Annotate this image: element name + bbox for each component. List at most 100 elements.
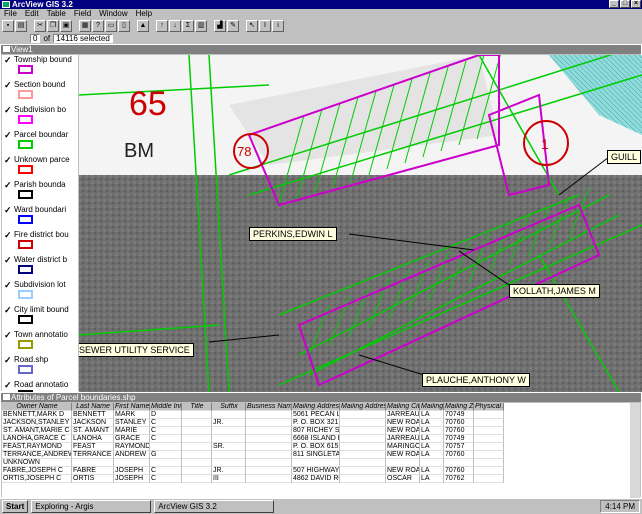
table-cell: MARK	[114, 411, 150, 419]
column-header[interactable]: Suffix	[212, 403, 246, 411]
column-header[interactable]: Mailing Zip Code	[444, 403, 474, 411]
toc-item[interactable]: ✓ Section bound	[2, 80, 78, 105]
checkbox-icon[interactable]: ✓	[4, 81, 12, 90]
info-icon[interactable]: i	[272, 20, 284, 32]
table-cell: STANLEY	[114, 419, 150, 427]
table-cell: NEW ROADS	[386, 419, 420, 427]
promote-icon[interactable]: ▲	[137, 20, 149, 32]
save-icon[interactable]: ▪	[2, 20, 14, 32]
column-header[interactable]: First Name	[114, 403, 150, 411]
menu-file[interactable]: File	[0, 9, 21, 19]
edit-icon[interactable]: ✎	[227, 20, 239, 32]
taskbar-item-exploring[interactable]: Exploring - Argis	[31, 500, 152, 513]
menu-help[interactable]: Help	[132, 9, 156, 19]
map-canvas[interactable]: 78 1 65 BM	[79, 55, 642, 392]
select-all-icon[interactable]: ▭	[105, 20, 117, 32]
checkbox-icon[interactable]: ✓	[4, 306, 12, 315]
toc-item[interactable]: ✓ Subdivision bo	[2, 105, 78, 130]
toc-item[interactable]: ✓ Unknown parce	[2, 155, 78, 180]
checkbox-icon[interactable]: ✓	[4, 181, 12, 190]
clear-selection-icon[interactable]: ▯	[118, 20, 130, 32]
column-header[interactable]: Mailing Address 1	[292, 403, 340, 411]
column-header[interactable]: Last Name	[72, 403, 114, 411]
checkbox-icon[interactable]: ✓	[4, 331, 12, 340]
table-cell: LA	[420, 419, 444, 427]
table-cell: 507 HIGHWAY 10	[292, 467, 340, 475]
view-window[interactable]: View1 ✓ Township bound ✓ Section bound ✓ Subd…	[0, 44, 642, 392]
edit-cell-icon[interactable]: I	[259, 20, 271, 32]
table-icon[interactable]: ▦	[79, 20, 91, 32]
sort-asc-icon[interactable]: ↑	[156, 20, 168, 32]
checkbox-icon[interactable]: ✓	[4, 131, 12, 140]
taskbar-item-arcview[interactable]: ArcView GIS 3.2	[154, 500, 275, 513]
checkbox-icon[interactable]: ✓	[4, 381, 12, 390]
start-button[interactable]: Start	[2, 500, 29, 513]
view-titlebar[interactable]: View1	[1, 45, 641, 54]
column-header[interactable]: Owner Name	[2, 403, 72, 411]
table-row[interactable]: ORTIS,JOSEPH C ORTIS JOSEPH C III 4862 DAVID …	[2, 475, 632, 483]
checkbox-icon[interactable]: ✓	[4, 256, 12, 265]
calculate-icon[interactable]: ▥	[195, 20, 207, 32]
menu-table[interactable]: Table	[43, 9, 70, 19]
toc-item[interactable]: ✓ Parish bounda	[2, 180, 78, 205]
checkbox-icon[interactable]: ✓	[4, 106, 12, 115]
toc-item[interactable]: ✓ Fire district bou	[2, 230, 78, 255]
attribute-titlebar[interactable]: Attributes of Parcel boundaries.shp	[1, 393, 641, 402]
toc-item[interactable]: ✓ Parcel boundar	[2, 130, 78, 155]
table-cell: 70760	[444, 419, 474, 427]
toc-item[interactable]: ✓ Subdivision lot	[2, 280, 78, 305]
checkbox-icon[interactable]: ✓	[4, 56, 12, 65]
toc-item[interactable]: ✓ Road.shp	[2, 355, 78, 380]
column-header[interactable]: Middle Initial	[150, 403, 182, 411]
toc-item[interactable]: ✓ Ward boundari	[2, 205, 78, 230]
paste-icon[interactable]: ▣	[60, 20, 72, 32]
checkbox-icon[interactable]: ✓	[4, 281, 12, 290]
print-icon[interactable]: ▤	[15, 20, 27, 32]
summarize-icon[interactable]: Σ	[182, 20, 194, 32]
legend-symbol	[18, 190, 33, 199]
checkbox-icon[interactable]: ✓	[4, 231, 12, 240]
sort-desc-icon[interactable]: ↓	[169, 20, 181, 32]
toc-item[interactable]: ✓ City limit bound	[2, 305, 78, 330]
attribute-table-window[interactable]: Attributes of Parcel boundaries.shp Owne…	[0, 392, 642, 498]
map-display[interactable]: 78 1 65 BM PERKINS,EDWIN L KOLLATH,JAMES…	[79, 55, 642, 392]
table-row[interactable]: JACKSON,STANLEY C JACKSON STANLEY C JR. P. O.…	[2, 419, 632, 427]
toc-item[interactable]: ✓ Water district b	[2, 255, 78, 280]
menu-window[interactable]: Window	[95, 9, 131, 19]
toc-item[interactable]: ✓ Road annotatio	[2, 380, 78, 392]
checkbox-icon[interactable]: ✓	[4, 356, 12, 365]
toc-item[interactable]: ✓ Township bound	[2, 55, 78, 80]
copy-icon[interactable]: ❐	[47, 20, 59, 32]
toc-item[interactable]: ✓ Town annotatio	[2, 330, 78, 355]
minimize-button[interactable]: _	[609, 0, 619, 8]
table-row[interactable]: TERRANCE,ANDREW GTERRANCEANDREWG 811 SING…	[2, 451, 632, 459]
column-header[interactable]: Title	[182, 403, 212, 411]
table-cell: NEW ROADS	[386, 427, 420, 435]
column-header[interactable]: Mailing City	[386, 403, 420, 411]
table-row[interactable]: UNKNOWN	[2, 459, 632, 467]
legend-symbol	[18, 65, 33, 74]
close-button[interactable]: ×	[631, 0, 641, 8]
table-row[interactable]: FEAST,RAYMOND FEAST RAYMOND SR. P. O. BOX 61…	[2, 443, 632, 451]
column-header[interactable]: Mailing State	[420, 403, 444, 411]
table-cell	[212, 427, 246, 435]
query-icon[interactable]: ?	[92, 20, 104, 32]
checkbox-icon[interactable]: ✓	[4, 206, 12, 215]
table-row[interactable]: FABRE,JOSEPH C FABRE JOSEPH C JR. 507 HIGHWAY…	[2, 467, 632, 475]
pointer-icon[interactable]: ↖	[246, 20, 258, 32]
column-header[interactable]: Mailing Address 2	[340, 403, 386, 411]
cut-icon[interactable]: ✂	[34, 20, 46, 32]
toc-label: Unknown parce	[14, 155, 70, 164]
column-header[interactable]: Physical Address	[474, 403, 504, 411]
table-row[interactable]: LANOHA,GRACE CLANOHAGRACEC 6668 ISLAND RO…	[2, 435, 632, 443]
table-row[interactable]: BENNETT,MARK DBENNETTMARKD 5061 PECAN LAN…	[2, 411, 632, 419]
menu-field[interactable]: Field	[70, 9, 95, 19]
maximize-button[interactable]: □	[620, 0, 630, 8]
table-row[interactable]: ST. AMANT,MARIE C ST. AMANT MARIE C 807 RICH…	[2, 427, 632, 435]
column-header[interactable]: Business Name	[246, 403, 292, 411]
checkbox-icon[interactable]: ✓	[4, 156, 12, 165]
chart-icon[interactable]: ▟	[214, 20, 226, 32]
menu-edit[interactable]: Edit	[21, 9, 43, 19]
attribute-scrollbar[interactable]	[630, 403, 640, 498]
attribute-grid[interactable]: Owner Name Last Name First Name Middle Ini t…	[2, 403, 632, 498]
